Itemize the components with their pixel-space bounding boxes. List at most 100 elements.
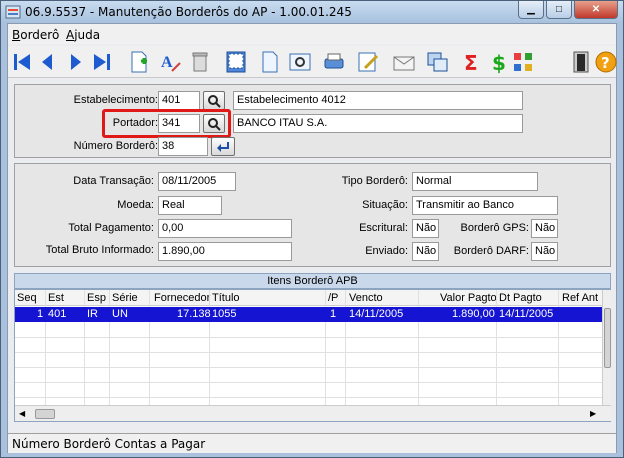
- edit-text-icon[interactable]: A: [159, 50, 183, 74]
- col-esp[interactable]: Esp: [87, 292, 106, 304]
- first-record-icon[interactable]: [10, 50, 34, 74]
- maximize-button[interactable]: □: [546, 1, 572, 19]
- vertical-scrollbar[interactable]: [602, 290, 611, 405]
- numero-bordero-enter-button[interactable]: [211, 137, 235, 156]
- situacao-label: Situação:: [362, 199, 408, 211]
- col-fornecedor[interactable]: Fornecedor: [154, 292, 210, 304]
- help-question-icon[interactable]: ?: [594, 50, 618, 74]
- items-grid[interactable]: Seq Est Esp Série Fornecedor Título /P V…: [14, 289, 611, 422]
- grid-row-divider: [15, 337, 602, 338]
- toolbar: A Σ $ ?: [8, 46, 618, 78]
- header-panel: Estabelecimento: 401 Estabelecimento 401…: [14, 84, 611, 158]
- blank-page-icon[interactable]: [258, 50, 282, 74]
- tipo-bordero-field[interactable]: Normal: [412, 172, 538, 191]
- bordero-darf-label: Borderô DARF:: [453, 245, 529, 257]
- col-valor-pagto[interactable]: Valor Pagto: [440, 292, 497, 304]
- scroll-right-icon[interactable]: ▶: [590, 409, 596, 418]
- menu-bar: Borderô Ajuda: [8, 24, 616, 44]
- bordero-gps-label: Borderô GPS:: [460, 222, 529, 234]
- table-row[interactable]: 1 401 IR UN 17.138 1055 1 14/11/2005 1.8…: [15, 307, 602, 322]
- cell-est: 401: [48, 308, 67, 320]
- printer-icon[interactable]: [322, 50, 346, 74]
- data-transacao-field[interactable]: 08/11/2005: [158, 172, 236, 191]
- enviado-label: Enviado:: [365, 245, 408, 257]
- grid-row-divider: [15, 367, 602, 368]
- edit-document-icon[interactable]: [356, 50, 380, 74]
- title-bar: 06.9.5537 - Manutenção Borderôs do AP - …: [1, 1, 623, 23]
- menu-ajuda[interactable]: Ajuda: [66, 28, 100, 42]
- numero-bordero-label: Número Borderô:: [73, 140, 158, 152]
- enter-arrow-icon: [217, 141, 229, 152]
- cell-titulo: 1055: [212, 308, 237, 320]
- col-est[interactable]: Est: [48, 292, 64, 304]
- enviado-field[interactable]: Não: [412, 242, 439, 261]
- total-pagamento-label: Total Pagamento:: [68, 222, 154, 234]
- numero-bordero-field[interactable]: 38: [158, 137, 208, 156]
- menu-bordero[interactable]: Borderô: [12, 28, 59, 42]
- previous-record-icon[interactable]: [35, 50, 59, 74]
- col-parcela[interactable]: /P: [328, 292, 338, 304]
- copy-windows-icon[interactable]: [426, 50, 450, 74]
- cell-fornecedor: 17.138: [177, 308, 211, 320]
- app-icon: [5, 5, 21, 19]
- money-dollar-icon[interactable]: $: [488, 50, 512, 74]
- last-record-icon[interactable]: [90, 50, 114, 74]
- delete-bin-icon[interactable]: [188, 50, 212, 74]
- col-serie[interactable]: Série: [112, 292, 138, 304]
- estabelecimento-label: Estabelecimento:: [73, 94, 158, 106]
- client-area: Borderô Ajuda A Σ $ ? Estabelecimento: 4…: [7, 23, 617, 453]
- bordero-darf-field[interactable]: Não: [531, 242, 558, 261]
- close-button[interactable]: ✕: [574, 1, 618, 19]
- escritural-label: Escritural:: [359, 222, 408, 234]
- col-titulo[interactable]: Título: [212, 292, 240, 304]
- col-ref-ant[interactable]: Ref Ant: [562, 292, 598, 304]
- details-panel: Data Transação: 08/11/2005 Moeda: Real T…: [14, 163, 611, 267]
- calculator-icon[interactable]: [224, 50, 248, 74]
- moeda-label: Moeda:: [117, 199, 154, 211]
- horizontal-scroll-thumb[interactable]: [35, 409, 55, 419]
- scroll-left-icon[interactable]: ◀: [19, 409, 25, 418]
- svg-text:$: $: [492, 51, 506, 74]
- items-grid-title: Itens Borderô APB: [14, 273, 611, 289]
- cell-dt-pagto: 14/11/2005: [499, 308, 554, 320]
- minimize-button[interactable]: ▁: [518, 1, 544, 19]
- estabelecimento-name-field: Estabelecimento 4012: [233, 91, 523, 110]
- svg-text:?: ?: [601, 54, 610, 72]
- vertical-scroll-thumb[interactable]: [604, 308, 611, 368]
- search-icon: [208, 94, 221, 108]
- mail-envelope-icon[interactable]: [392, 50, 416, 74]
- svg-text:A: A: [161, 54, 173, 71]
- estabelecimento-search-button[interactable]: [203, 91, 225, 110]
- col-dt-pagto[interactable]: Dt Pagto: [499, 292, 542, 304]
- cell-vencto: 14/11/2005: [349, 308, 404, 320]
- escritural-field[interactable]: Não: [412, 219, 439, 238]
- next-record-icon[interactable]: [64, 50, 88, 74]
- status-bar: Número Borderô Contas a Pagar: [8, 433, 616, 453]
- exit-door-icon[interactable]: [569, 50, 593, 74]
- data-transacao-label: Data Transação:: [73, 175, 154, 187]
- estabelecimento-code-field[interactable]: 401: [158, 91, 200, 110]
- col-vencto[interactable]: Vencto: [349, 292, 383, 304]
- bordero-gps-field[interactable]: Não: [531, 219, 558, 238]
- moeda-field[interactable]: Real: [158, 196, 222, 215]
- new-document-icon[interactable]: [127, 50, 151, 74]
- svg-text:Σ: Σ: [464, 51, 478, 74]
- cell-serie: UN: [112, 308, 128, 320]
- col-seq[interactable]: Seq: [17, 292, 37, 304]
- colored-grid-icon[interactable]: [511, 50, 535, 74]
- grid-row-divider: [15, 352, 602, 353]
- situacao-field[interactable]: Transmitir ao Banco: [412, 196, 558, 215]
- total-bruto-field[interactable]: 1.890,00: [158, 242, 292, 261]
- total-pagamento-field[interactable]: 0,00: [158, 219, 292, 238]
- app-window: 06.9.5537 - Manutenção Borderôs do AP - …: [0, 0, 624, 458]
- cell-valor-pagto: 1.890,00: [452, 308, 495, 320]
- maximize-icon: □: [555, 4, 563, 15]
- window-title: 06.9.5537 - Manutenção Borderôs do AP - …: [25, 5, 352, 19]
- grid-row-divider: [15, 397, 602, 398]
- print-preview-icon[interactable]: [288, 50, 312, 74]
- grid-header-row: Seq Est Esp Série Fornecedor Título /P V…: [15, 290, 602, 306]
- grid-row-divider: [15, 382, 602, 383]
- horizontal-scrollbar[interactable]: ◀ ▶: [15, 405, 611, 421]
- sum-sigma-icon[interactable]: Σ: [460, 50, 484, 74]
- cell-parcela: 1: [330, 308, 337, 320]
